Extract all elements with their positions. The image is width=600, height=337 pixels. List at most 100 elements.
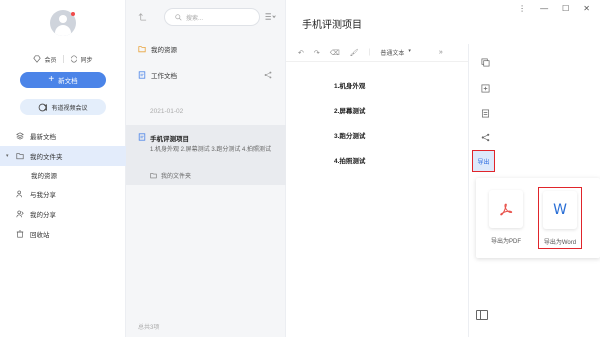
- sync-icon: [70, 55, 77, 63]
- toolbar-divider: |: [368, 49, 371, 56]
- sidebar-item-label: 我的文件夹: [30, 154, 63, 161]
- share-button[interactable]: [477, 129, 493, 145]
- doc-line: 1.机身外观: [334, 83, 366, 90]
- document-body[interactable]: 1.机身外观 2.屏幕测试 3.跑分测试 4.拍照测试: [334, 80, 365, 180]
- sidebar: 会员 同步 + 新文档 有道视频会议 最新文档 ▾ 我的文件夹 我的资源 与我分…: [0, 0, 126, 337]
- new-doc-label: 新文档: [58, 78, 78, 85]
- document-blue-icon: [138, 71, 146, 79]
- doc-line: 2.屏幕测试: [334, 108, 366, 115]
- list-item-my-resources[interactable]: 我的资源: [126, 44, 286, 54]
- member-sync-row: 会员 同步: [0, 54, 126, 64]
- eraser-icon[interactable]: ⌫: [330, 49, 340, 57]
- doc-item-summary: 1.机身外观 2.屏幕测试 3.跑分测试 4.拍照测试: [150, 147, 272, 153]
- maximize-icon[interactable]: ☐: [562, 4, 569, 13]
- back-up-icon[interactable]: [138, 12, 147, 21]
- sidebar-item-label: 我的分享: [30, 212, 56, 219]
- document-blue-icon: [138, 133, 146, 141]
- notification-dot: [71, 12, 75, 16]
- sidebar-item-label: 回收站: [30, 232, 50, 239]
- sidebar-item-recent[interactable]: 最新文档: [0, 126, 126, 146]
- meeting-label: 有道视频会议: [51, 105, 88, 112]
- sidebar-item-label: 最新文档: [30, 134, 56, 141]
- export-button[interactable]: 导出: [472, 150, 495, 172]
- member-button[interactable]: 会员: [33, 55, 57, 64]
- search-input[interactable]: 搜索...: [164, 8, 260, 26]
- format-painter-icon[interactable]: 🖌: [350, 49, 359, 57]
- undo-icon[interactable]: ↶: [298, 49, 304, 57]
- close-icon[interactable]: ✕: [583, 4, 590, 13]
- doc-item-folder-label: 我的文件夹: [161, 174, 192, 180]
- share-icon: [481, 133, 489, 141]
- list-item-label: 我的资源: [151, 47, 177, 54]
- sync-label: 同步: [80, 57, 93, 64]
- sidebar-item-trash[interactable]: 回收站: [0, 224, 126, 244]
- folder-icon: [150, 173, 157, 179]
- doc-item-folder: 我的文件夹: [150, 171, 191, 180]
- list-header: 搜索...: [126, 8, 286, 26]
- document-icon: [481, 109, 489, 117]
- minimize-icon[interactable]: —: [540, 4, 548, 13]
- doc-item-title: 手机评测项目: [150, 136, 189, 143]
- date-group-label: 2021-01-02: [150, 108, 184, 115]
- users-icon: [16, 190, 22, 198]
- divider: [62, 55, 64, 63]
- video-meeting-button[interactable]: 有道视频会议: [20, 99, 106, 115]
- format-toolbar: ↶ ↷ ⌫ 🖌 | 普通文本 ▾ »: [286, 44, 468, 62]
- export-word-option[interactable]: W 导出为Word: [538, 187, 582, 249]
- sidebar-item-shared-with-me[interactable]: 与我分享: [0, 184, 126, 204]
- outline-button[interactable]: [477, 105, 493, 121]
- video-camera-icon: [39, 103, 48, 111]
- share-icon[interactable]: [264, 71, 272, 79]
- word-tile: W: [543, 191, 577, 229]
- sync-button[interactable]: 同步: [70, 55, 93, 64]
- share-user-icon: [16, 210, 24, 218]
- more-tools-icon[interactable]: »: [439, 49, 443, 56]
- search-icon: [175, 13, 182, 21]
- redo-icon[interactable]: ↷: [314, 49, 320, 57]
- item-count: 总共3项: [138, 325, 160, 331]
- copy-button[interactable]: [477, 54, 493, 70]
- word-icon: W: [553, 202, 567, 218]
- sidebar-item-label: 我的资源: [31, 173, 57, 180]
- text-style-select[interactable]: 普通文本 ▾: [380, 48, 411, 57]
- sidebar-item-label: 与我分享: [30, 192, 56, 199]
- sidebar-item-my-folders[interactable]: ▾ 我的文件夹: [0, 146, 126, 166]
- sidebar-item-my-resources[interactable]: 我的资源: [0, 166, 126, 184]
- pdf-tile: [489, 190, 523, 228]
- doc-line: 3.跑分测试: [334, 133, 366, 140]
- editor-area: 手机评测项目 ⋮ — ☐ ✕ ↶ ↷ ⌫ 🖌 | 普通文本 ▾ » 1.机身外观…: [286, 0, 600, 337]
- export-word-label: 导出为Word: [543, 240, 577, 246]
- document-title[interactable]: 手机评测项目: [302, 16, 362, 31]
- add-button[interactable]: [477, 80, 493, 96]
- chevron-down-icon: ▾: [408, 48, 411, 54]
- plus-icon: +: [48, 74, 55, 85]
- folder-orange-icon: [138, 46, 146, 53]
- sidebar-toggle-icon[interactable]: [476, 310, 488, 320]
- export-menu: 导出为PDF W 导出为Word: [476, 178, 600, 258]
- list-item-label: 工作文档: [151, 73, 177, 80]
- window-controls: ⋮ — ☐ ✕: [518, 4, 590, 13]
- export-pdf-label: 导出为PDF: [490, 239, 521, 245]
- list-item-work-docs[interactable]: 工作文档: [126, 70, 286, 80]
- doc-line: 4.拍照测试: [334, 158, 366, 165]
- diamond-icon: [33, 55, 42, 63]
- sort-list-icon[interactable]: [264, 12, 276, 21]
- export-label: 导出: [477, 159, 490, 166]
- trash-icon: [16, 230, 24, 238]
- pdf-icon: [500, 203, 513, 216]
- sidebar-item-my-shares[interactable]: 我的分享: [0, 204, 126, 224]
- member-label: 会员: [44, 57, 57, 64]
- folder-icon: [16, 153, 24, 160]
- more-options-icon[interactable]: ⋮: [518, 4, 526, 13]
- add-square-icon: [481, 84, 489, 92]
- text-style-value: 普通文本: [380, 51, 405, 57]
- file-list-panel: 搜索... 我的资源 工作文档 2021-01-02 手机评测项目 1.机身外观…: [126, 0, 286, 337]
- list-item-selected-doc[interactable]: 手机评测项目 1.机身外观 2.屏幕测试 3.跑分测试 4.拍照测试 我的文件夹: [126, 125, 286, 185]
- search-placeholder: 搜索...: [186, 15, 204, 22]
- new-doc-button[interactable]: + 新文档: [20, 72, 106, 88]
- export-pdf-option[interactable]: 导出为PDF: [484, 187, 528, 249]
- layers-icon: [16, 132, 24, 140]
- caret-down-icon: ▾: [6, 153, 9, 159]
- sidebar-nav: 最新文档 ▾ 我的文件夹 我的资源 与我分享 我的分享 回收站: [0, 126, 126, 244]
- copy-icon: [481, 58, 489, 66]
